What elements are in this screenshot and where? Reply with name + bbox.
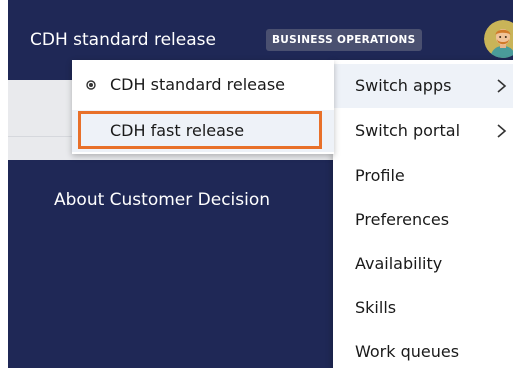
left-border	[0, 0, 8, 368]
main-heading: About Customer Decision	[54, 190, 271, 210]
app-frame: CDH standard release BUSINESS OPERATIONS…	[0, 0, 513, 368]
menu-item-skills[interactable]: Skills	[333, 286, 513, 330]
menu-item-profile[interactable]: Profile	[333, 154, 513, 198]
app-item-fast-release[interactable]: CDH fast release	[72, 110, 334, 152]
menu-item-availability[interactable]: Availability	[333, 242, 513, 286]
menu-item-label: Availability	[355, 254, 443, 273]
menu-item-preferences[interactable]: Preferences	[333, 198, 513, 242]
app-item-standard-release[interactable]: CDH standard release	[72, 64, 334, 106]
app-switcher-menu: CDH standard release CDH fast release	[72, 60, 334, 154]
menu-item-work-queues[interactable]: Work queues	[333, 330, 513, 368]
portal-badge: BUSINESS OPERATIONS	[266, 29, 422, 51]
menu-item-label: Preferences	[355, 210, 450, 229]
user-menu: Switch apps Switch portal Profile Prefer…	[333, 60, 513, 368]
menu-item-label: Switch apps	[355, 76, 452, 95]
app-item-label: CDH standard release	[110, 75, 286, 94]
avatar-face-icon	[484, 20, 513, 58]
user-avatar-icon[interactable]	[484, 20, 513, 58]
menu-item-label: Skills	[355, 298, 397, 317]
menu-item-label: Switch portal	[355, 121, 461, 140]
menu-item-switch-apps[interactable]: Switch apps	[333, 64, 513, 108]
menu-item-switch-portal[interactable]: Switch portal	[333, 109, 513, 153]
menu-item-label: Profile	[355, 166, 405, 185]
chevron-right-icon	[497, 124, 507, 138]
chevron-right-icon	[497, 79, 507, 93]
app-title[interactable]: CDH standard release	[30, 30, 216, 50]
current-app-radio-icon	[86, 80, 96, 90]
menu-item-label: Work queues	[355, 342, 460, 361]
app-item-label: CDH fast release	[110, 121, 245, 140]
